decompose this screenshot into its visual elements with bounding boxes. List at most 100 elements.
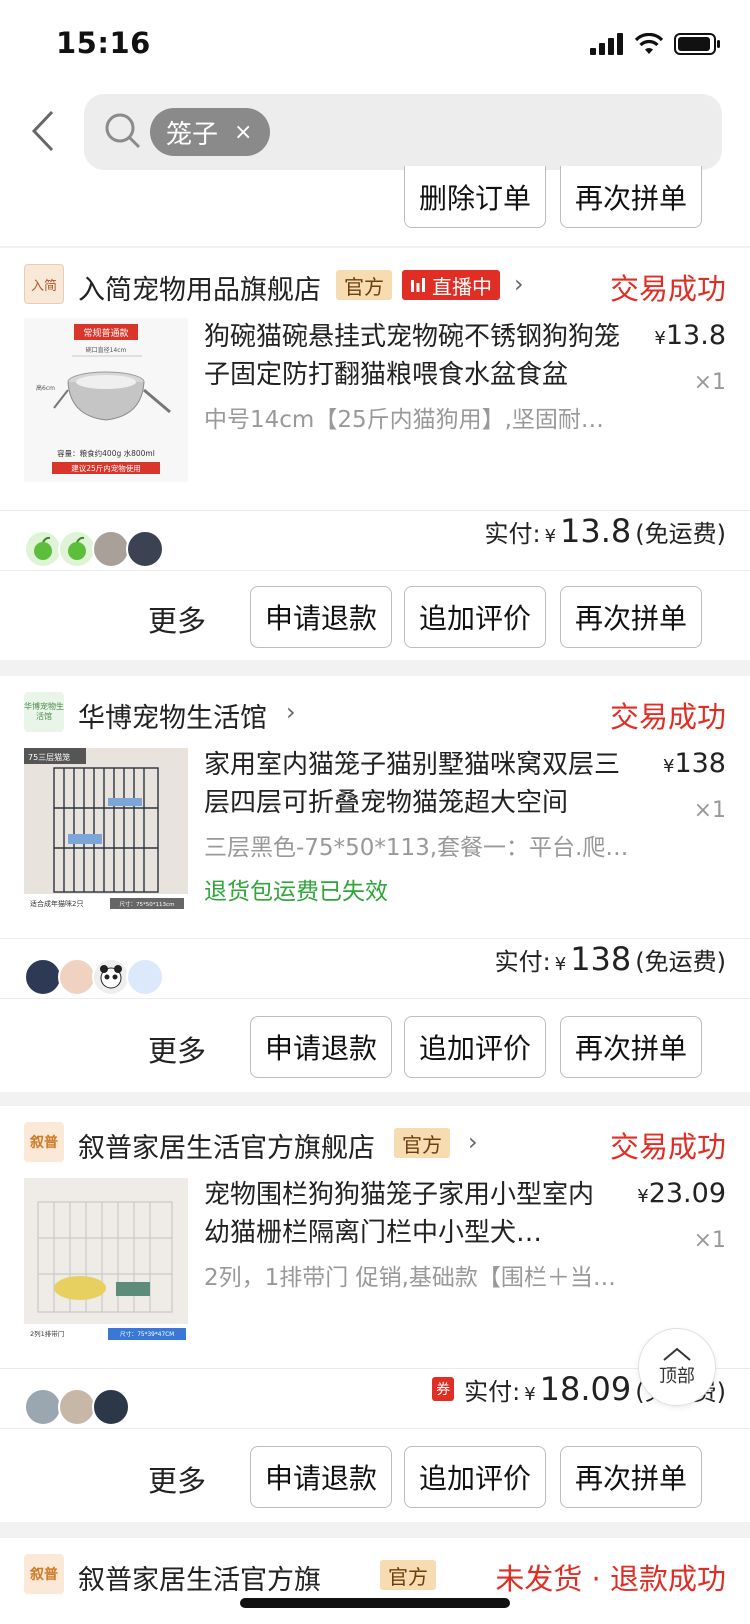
product-qty: ×1 bbox=[693, 798, 726, 823]
shop-logo: 叙普 bbox=[24, 1122, 64, 1162]
divider bbox=[0, 510, 750, 511]
product-price: ¥138 bbox=[663, 748, 726, 779]
apply-refund-button[interactable]: 申请退款 bbox=[250, 1446, 392, 1508]
chevron-right-icon[interactable]: › bbox=[468, 1128, 478, 1156]
thumb-height: 高6cm bbox=[36, 384, 55, 392]
add-review-button[interactable]: 追加评价 bbox=[404, 586, 546, 648]
group-avatars[interactable] bbox=[24, 958, 164, 996]
divider bbox=[0, 570, 750, 571]
back-to-top-label: 顶部 bbox=[659, 1366, 695, 1387]
apply-refund-button[interactable]: 申请退款 bbox=[250, 586, 392, 648]
divider bbox=[0, 938, 750, 939]
battery-icon bbox=[674, 33, 720, 55]
wifi-icon bbox=[634, 33, 664, 54]
refund-shipping-note: 退货包运费已失效 bbox=[204, 879, 388, 905]
avatar bbox=[24, 958, 62, 996]
thumb-suggest: 建议25斤内宠物使用 bbox=[71, 463, 141, 473]
product-thumbnail[interactable]: 75三层猫笼 适合成年猫咪2只 尺寸：75*50*113cm bbox=[24, 748, 188, 912]
chevron-right-icon[interactable]: › bbox=[286, 698, 296, 726]
paid-amount: 13.8 bbox=[560, 512, 632, 550]
product-qty: ×1 bbox=[693, 1228, 726, 1253]
thumb-layout: 2列1排带门 bbox=[30, 1329, 64, 1338]
official-badge: 官方 bbox=[380, 1560, 436, 1590]
paid-label: 实付: bbox=[464, 1378, 521, 1406]
reorder-button[interactable]: 再次拼单 bbox=[560, 586, 702, 648]
avatar bbox=[58, 958, 96, 996]
order-card[interactable]: 入简 入简宠物用品旗舰店 官方 直播中 › 交易成功 常规普通款 碗口直径14c… bbox=[0, 248, 750, 660]
shipping-note: (免运费) bbox=[635, 520, 726, 548]
product-spec: 三层黑色-75*50*113,套餐一：平台.爬… bbox=[204, 835, 629, 861]
live-label: 直播中 bbox=[432, 274, 492, 299]
add-review-button[interactable]: 追加评价 bbox=[404, 1016, 546, 1078]
thumb-size: 尺寸：75*39*47CM bbox=[120, 1330, 174, 1338]
search-icon bbox=[105, 113, 141, 149]
avatar bbox=[24, 530, 62, 568]
paid-amount: 18.09 bbox=[539, 1370, 632, 1408]
group-avatars[interactable] bbox=[24, 1388, 130, 1426]
paid-total: 实付: ¥ 138 (免运费) bbox=[494, 940, 726, 978]
live-bars-icon bbox=[411, 278, 425, 292]
search-input[interactable]: 笼子 × bbox=[84, 94, 722, 170]
reorder-button[interactable]: 再次拼单 bbox=[560, 1016, 702, 1078]
avatar bbox=[58, 1388, 96, 1426]
avatar bbox=[126, 530, 164, 568]
coupon-icon: 券 bbox=[432, 1377, 455, 1401]
paid-label: 实付: bbox=[494, 948, 551, 976]
shop-name[interactable]: 叙普家居生活官方旗 bbox=[78, 1558, 321, 1597]
order-card[interactable]: 华博宠物生活馆 华博宠物生活馆 › 交易成功 75三层猫笼 适合成年猫咪2只 尺… bbox=[0, 676, 750, 1092]
divider bbox=[0, 998, 750, 999]
clock: 15:16 bbox=[56, 26, 151, 60]
avatar bbox=[92, 1388, 130, 1426]
thumb-capacity: 容量：粮食约400g 水800ml bbox=[57, 448, 155, 458]
avatar bbox=[126, 958, 164, 996]
paid-label: 实付: bbox=[484, 520, 541, 548]
order-card-partial-bottom[interactable]: 叙普 叙普家居生活官方旗 官方 未发货 · 退款成功 bbox=[0, 1538, 750, 1624]
paid-amount: 138 bbox=[570, 940, 632, 978]
group-avatars[interactable] bbox=[24, 530, 164, 568]
back-to-top-button[interactable]: 顶部 bbox=[638, 1328, 716, 1406]
product-thumbnail[interactable]: 常规普通款 碗口直径14cm 高6cm 容量：粮食约400g 水800ml 建议… bbox=[24, 318, 188, 482]
thumb-tag: 75三层猫笼 bbox=[28, 752, 70, 762]
back-icon[interactable] bbox=[26, 106, 60, 156]
reorder-button[interactable]: 再次拼单 bbox=[560, 1446, 702, 1508]
shop-name[interactable]: 入简宠物用品旗舰店 bbox=[78, 268, 321, 307]
order-status: 交易成功 bbox=[609, 272, 726, 306]
arrow-up-icon bbox=[663, 1347, 691, 1361]
product-qty: ×1 bbox=[693, 370, 726, 395]
delete-order-button[interactable]: 删除订单 bbox=[404, 166, 546, 228]
add-review-button[interactable]: 追加评价 bbox=[404, 1446, 546, 1508]
chevron-right-icon[interactable]: › bbox=[514, 270, 524, 298]
system-icons bbox=[590, 32, 722, 56]
shop-name[interactable]: 华博宠物生活馆 bbox=[78, 696, 267, 735]
divider bbox=[0, 1428, 750, 1429]
official-badge: 官方 bbox=[394, 1128, 450, 1158]
product-title[interactable]: 宠物围栏狗狗猫笼子家用小型室内幼猫栅栏隔离门栏中小型犬… bbox=[204, 1176, 606, 1252]
live-badge[interactable]: 直播中 bbox=[402, 270, 500, 300]
product-spec: 2列，1排带门 促销,基础款【围栏＋当… bbox=[204, 1265, 616, 1291]
product-title[interactable]: 狗碗猫碗悬挂式宠物碗不锈钢狗狗笼子固定防打翻猫粮喂食水盆食盆 bbox=[204, 318, 624, 394]
search-header: 笼子 × bbox=[0, 88, 750, 172]
order-card[interactable]: 叙普 叙普家居生活官方旗舰店 官方 › 交易成功 2列1排带门 尺寸：75*39… bbox=[0, 1106, 750, 1522]
shipping-note: (免运费) bbox=[635, 948, 726, 976]
avatar bbox=[92, 530, 130, 568]
clear-keyword-icon[interactable]: × bbox=[234, 120, 252, 145]
order-status: 未发货 · 退款成功 bbox=[495, 1562, 726, 1596]
reorder-button[interactable]: 再次拼单 bbox=[560, 166, 702, 228]
more-button[interactable]: 更多 bbox=[148, 598, 206, 640]
signal-icon bbox=[590, 33, 623, 55]
product-title[interactable]: 家用室内猫笼子猫别墅猫咪窝双层三层四层可折叠宠物猫笼超大空间 bbox=[204, 746, 624, 822]
official-badge: 官方 bbox=[336, 270, 392, 300]
order-status: 交易成功 bbox=[609, 700, 726, 734]
status-bar: 15:16 bbox=[0, 0, 750, 88]
thumb-size: 尺寸：75*50*113cm bbox=[120, 900, 175, 908]
search-keyword-chip[interactable]: 笼子 × bbox=[150, 108, 271, 156]
shop-name[interactable]: 叙普家居生活官方旗舰店 bbox=[78, 1126, 375, 1165]
order-card-partial-top: 删除订单 再次拼单 bbox=[0, 166, 750, 246]
more-button[interactable]: 更多 bbox=[148, 1028, 206, 1070]
avatar bbox=[92, 958, 130, 996]
apply-refund-button[interactable]: 申请退款 bbox=[250, 1016, 392, 1078]
order-status: 交易成功 bbox=[609, 1130, 726, 1164]
thumb-diameter: 碗口直径14cm bbox=[86, 346, 127, 354]
product-thumbnail[interactable]: 2列1排带门 尺寸：75*39*47CM bbox=[24, 1178, 188, 1342]
more-button[interactable]: 更多 bbox=[148, 1458, 206, 1500]
